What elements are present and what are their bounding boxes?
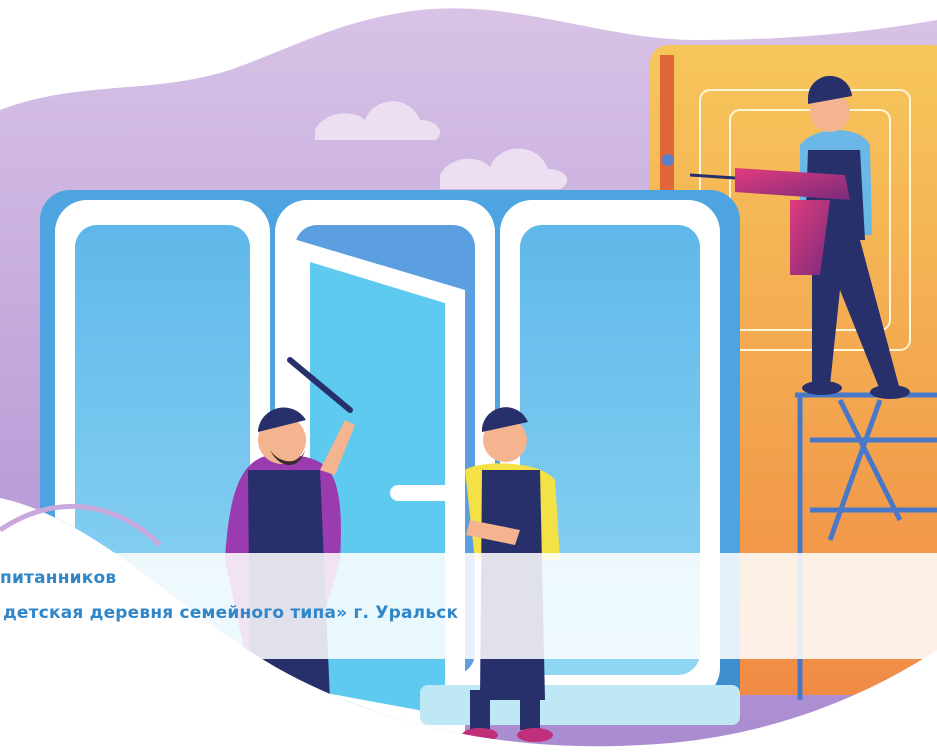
caption-line-1: питанников xyxy=(0,568,117,588)
window-sill xyxy=(420,685,740,725)
caption-line-2: детская деревня семейного типа» г. Ураль… xyxy=(3,603,459,623)
